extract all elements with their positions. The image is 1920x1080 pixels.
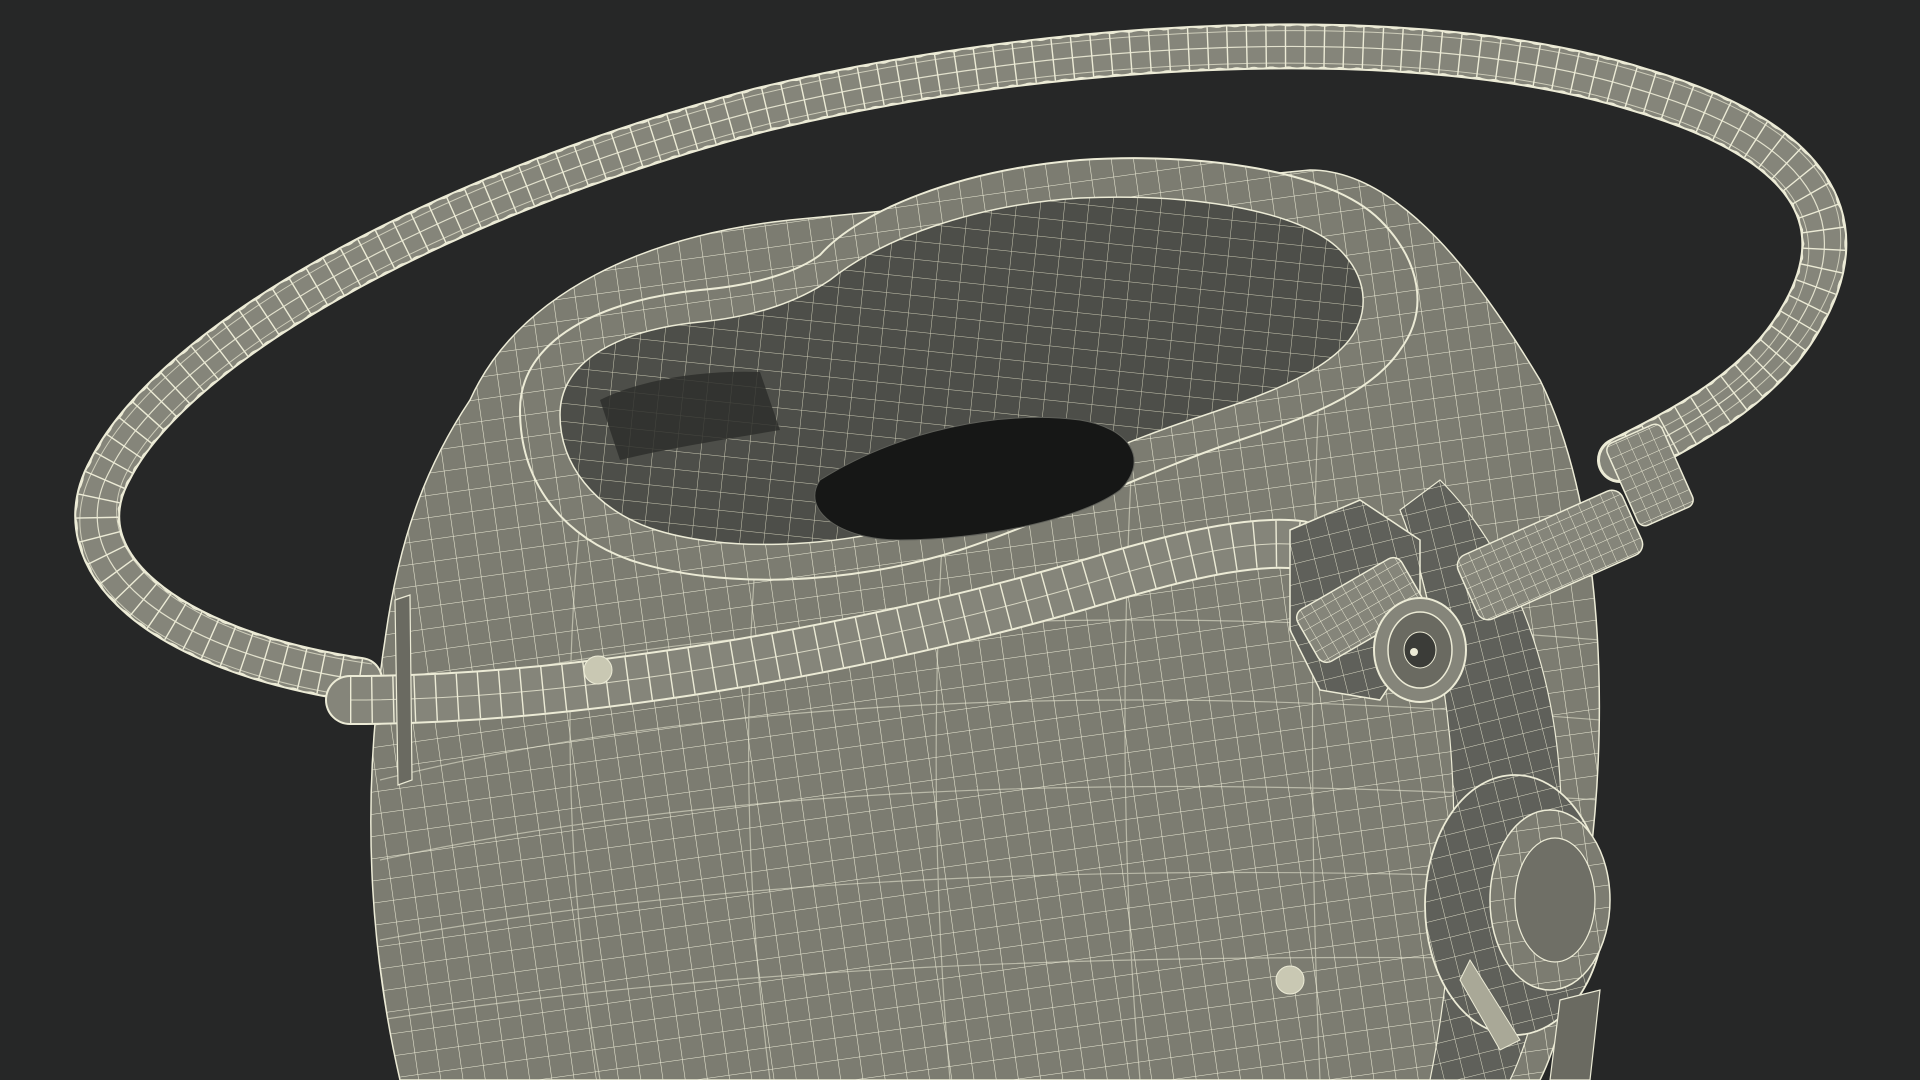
3d-viewport [0, 0, 1920, 1080]
wireframe-render [74, 23, 1848, 1080]
